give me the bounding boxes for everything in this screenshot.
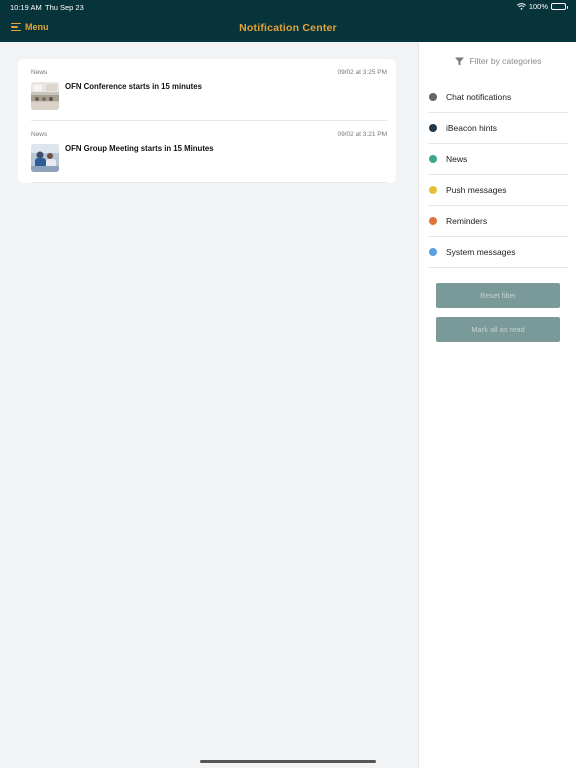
filter-sidebar: Filter by categories Chat notifications … xyxy=(418,42,576,768)
category-dot xyxy=(429,155,437,163)
battery-percent: 100% xyxy=(528,2,548,11)
divider xyxy=(31,182,387,183)
notification-timestamp: 09/02 at 3:21 PM xyxy=(337,131,387,138)
category-item-chat[interactable]: Chat notifications xyxy=(428,82,568,113)
notification-category: News xyxy=(31,131,48,138)
category-item-reminders[interactable]: Reminders xyxy=(428,206,568,237)
filter-icon xyxy=(454,57,464,66)
category-list: Chat notifications iBeacon hints News Pu… xyxy=(428,82,568,268)
mark-all-read-button[interactable]: Mark all as read xyxy=(436,317,560,342)
category-label: Chat notifications xyxy=(446,92,512,102)
category-label: Reminders xyxy=(446,216,488,226)
status-date: Thu Sep 23 xyxy=(45,3,84,12)
category-dot xyxy=(429,248,437,256)
home-indicator xyxy=(200,760,376,763)
notification-category: News xyxy=(31,69,48,76)
notification-item[interactable]: News 09/02 at 3:21 PM OFN Group Meeting … xyxy=(31,121,387,183)
reset-filter-button[interactable]: Reset filter xyxy=(436,283,560,308)
category-dot xyxy=(429,124,437,132)
status-indicators: 100% xyxy=(516,2,568,11)
category-item-push[interactable]: Push messages xyxy=(428,175,568,206)
category-item-ibeacon[interactable]: iBeacon hints xyxy=(428,113,568,144)
status-time: 10:19 AM xyxy=(10,3,42,12)
notification-item[interactable]: News 09/02 at 3:25 PM OFN Conference sta… xyxy=(31,59,387,121)
notification-card: News 09/02 at 3:25 PM OFN Conference sta… xyxy=(18,59,396,183)
notification-timestamp: 09/02 at 3:25 PM xyxy=(337,69,387,76)
wifi-icon xyxy=(516,3,526,10)
category-dot xyxy=(429,186,437,194)
conference-thumbnail xyxy=(31,82,59,110)
category-label: Push messages xyxy=(446,185,507,195)
category-item-system[interactable]: System messages xyxy=(428,237,568,268)
top-bar: 10:19 AM Thu Sep 23 100% Menu Notificati… xyxy=(0,0,576,42)
battery-icon xyxy=(551,3,568,10)
notification-title: OFN Conference starts in 15 minutes xyxy=(65,82,202,91)
notification-list-area: News 09/02 at 3:25 PM OFN Conference sta… xyxy=(0,42,418,768)
filter-label: Filter by categories xyxy=(469,56,542,66)
page-title: Notification Center xyxy=(239,22,337,34)
category-label: iBeacon hints xyxy=(446,123,498,133)
category-item-news[interactable]: News xyxy=(428,144,568,175)
meeting-thumbnail xyxy=(31,144,59,172)
category-label: News xyxy=(446,154,468,164)
category-label: System messages xyxy=(446,247,516,257)
category-dot xyxy=(429,217,437,225)
filter-header: Filter by categories xyxy=(419,56,576,66)
notification-title: OFN Group Meeting starts in 15 Minutes xyxy=(65,144,214,153)
category-dot xyxy=(429,93,437,101)
